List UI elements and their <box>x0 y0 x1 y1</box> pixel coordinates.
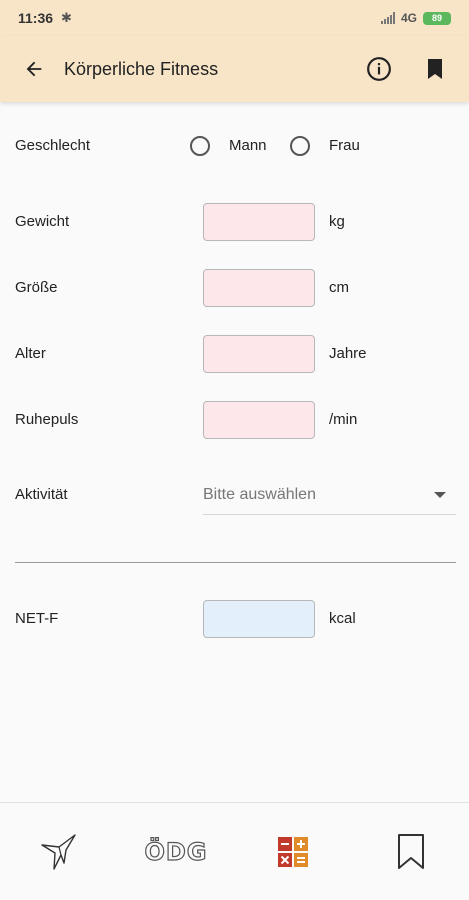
battery-icon: 89 <box>423 11 451 25</box>
radio-mann-label: Mann <box>229 137 267 154</box>
weight-input[interactable] <box>203 203 315 241</box>
weight-unit: kg <box>329 213 345 230</box>
pulse-input[interactable] <box>203 401 315 439</box>
age-label: Alter <box>15 345 46 362</box>
nav-item-odg[interactable]: ÖDG <box>144 827 208 877</box>
nav-item-bookmarks[interactable] <box>381 827 441 877</box>
signal-icon <box>380 12 395 24</box>
bookmark-button[interactable] <box>413 47 457 91</box>
age-input[interactable] <box>203 335 315 373</box>
result-label: NET-F <box>15 610 59 627</box>
activity-label: Aktivität <box>15 486 68 503</box>
battery-level: 89 <box>431 13 442 23</box>
result-output <box>203 600 315 638</box>
nav-item-bird[interactable] <box>29 827 89 877</box>
bluetooth-icon: ✱ <box>61 10 72 25</box>
height-label: Größe <box>15 279 58 296</box>
status-right: 4G 89 <box>380 11 451 25</box>
info-icon <box>367 57 391 81</box>
odg-label: ÖDG <box>144 837 208 866</box>
height-input[interactable] <box>203 269 315 307</box>
activity-placeholder: Bitte auswählen <box>203 485 316 503</box>
bottom-nav: ÖDG <box>0 802 469 900</box>
radio-mann[interactable] <box>190 136 210 156</box>
gender-label: Geschlecht <box>15 137 91 154</box>
radio-frau[interactable] <box>290 136 310 156</box>
bookmark-filled-icon <box>428 59 442 79</box>
page-title: Körperliche Fitness <box>64 58 219 79</box>
status-time: 11:36 <box>18 10 54 26</box>
activity-select[interactable]: Bitte auswählen <box>203 475 456 515</box>
radio-frau-label: Frau <box>329 137 360 154</box>
network-type: 4G <box>400 11 417 25</box>
nav-item-calculator[interactable] <box>263 827 323 877</box>
result-unit: kcal <box>329 610 356 627</box>
status-bar: 11:36 ✱ 4G 89 <box>0 0 469 36</box>
dropdown-arrow-icon <box>434 491 446 498</box>
divider <box>15 562 456 563</box>
app-bar: Körperliche Fitness <box>0 36 469 102</box>
back-button[interactable] <box>12 47 56 91</box>
calculator-icon <box>278 837 308 867</box>
info-button[interactable] <box>357 47 401 91</box>
pulse-unit: /min <box>329 411 358 428</box>
bird-icon <box>41 834 76 870</box>
weight-label: Gewicht <box>15 213 70 230</box>
age-unit: Jahre <box>329 345 367 362</box>
arrow-left-icon <box>26 61 42 77</box>
bookmark-outline-icon <box>398 834 424 869</box>
pulse-label: Ruhepuls <box>15 411 79 428</box>
height-unit: cm <box>329 279 349 296</box>
